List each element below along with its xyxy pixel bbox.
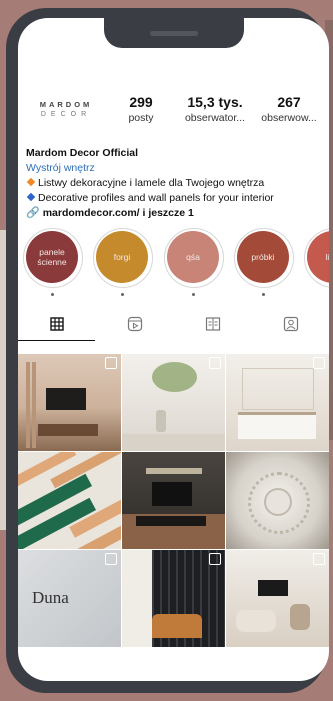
post-tile-5[interactable] [122, 452, 225, 549]
post-rosette-center-shape [264, 488, 292, 516]
post-chair-shape [290, 604, 310, 630]
post-bed-shape [238, 412, 316, 439]
highlight-dot [121, 293, 124, 296]
highlight-dot [192, 293, 195, 296]
highlight-forgi[interactable]: forgi [96, 231, 148, 283]
stat-posts-count: 299 [129, 94, 153, 110]
orange-diamond-icon [26, 177, 36, 187]
highlight-qsa[interactable]: qśa [167, 231, 219, 283]
profile-name: Mardom Decor Official [26, 147, 139, 159]
post-tv-shape [258, 580, 288, 596]
stat-following[interactable]: 267 obserwow... [257, 94, 321, 124]
post-counter-shape [122, 434, 225, 451]
post-tile-9[interactable] [226, 550, 329, 647]
stat-followers-count: 15,3 tys. [187, 94, 243, 110]
profile-bio: Mardom Decor Official Wystrój wnętrz Lis… [26, 146, 326, 221]
post-tile-8[interactable] [122, 550, 225, 647]
shopping-bag-icon [209, 357, 221, 369]
reels-icon [127, 316, 142, 332]
highlight-dot [262, 293, 265, 296]
profile-tabs [18, 308, 329, 341]
post-sofa-shape [236, 610, 276, 632]
reel-icon [105, 553, 117, 565]
profile-avatar-logo[interactable]: MARDOM DECOR [30, 100, 102, 118]
post-cabinet-shape [38, 424, 98, 436]
shopping-bag-icon [313, 357, 325, 369]
post-panel-shape [32, 362, 36, 448]
link-icon: 🔗 [26, 207, 40, 219]
phone-screen: MARDOM DECOR 299 posty 15,3 tys. obserwa… [18, 18, 329, 681]
post-tile-4[interactable] [18, 452, 121, 549]
post-chair-shape [152, 614, 202, 638]
post-panel-shape [26, 362, 30, 448]
guide-icon [205, 317, 220, 331]
tagged-icon [283, 316, 298, 332]
shopping-bag-icon [209, 553, 221, 565]
stat-followers-label: obserwator... [184, 112, 246, 124]
post-tv-shape [152, 482, 192, 506]
speaker-slit [150, 31, 198, 36]
post-tv-shape [46, 388, 86, 410]
duna-text: Duna [32, 588, 69, 607]
logo-text-sub: DECOR [40, 111, 92, 118]
post-plant-shape [152, 362, 197, 392]
shopping-bag-icon [313, 553, 325, 565]
phone-notch [104, 18, 244, 48]
tab-reels[interactable] [96, 308, 173, 340]
logo-text-main: MARDOM [39, 100, 93, 109]
highlight-dot [51, 293, 54, 296]
blue-diamond-icon [26, 192, 36, 202]
stat-posts-label: posty [128, 112, 154, 124]
profile-link-text: mardomdecor.com/ i jeszcze 1 [42, 207, 194, 219]
shopping-bag-icon [105, 357, 117, 369]
stat-posts[interactable]: 299 posty [118, 94, 164, 124]
post-molding-shape [242, 368, 314, 410]
bio-line-1: Listwy dekoracyjne i lamele dla Twojego … [38, 177, 265, 189]
highlight-panele-scienne[interactable]: panele ścienne [26, 231, 78, 283]
tab-tagged[interactable] [252, 308, 329, 340]
highlight-probki[interactable]: próbki [237, 231, 289, 283]
post-cabinet-shape [136, 516, 206, 526]
post-wall-shape [122, 550, 152, 647]
post-tile-1[interactable] [18, 354, 121, 451]
post-vase-shape [156, 410, 166, 432]
post-tile-6[interactable] [226, 452, 329, 549]
tab-grid[interactable] [18, 308, 95, 341]
profile-link[interactable]: 🔗 mardomdecor.com/ i jeszcze 1 [26, 206, 326, 221]
grid-icon [49, 317, 64, 331]
post-tile-3[interactable] [226, 354, 329, 451]
stat-following-label: obserwow... [261, 112, 317, 124]
profile-category[interactable]: Wystrój wnętrz [26, 161, 326, 176]
bio-line-2: Decorative profiles and wall panels for … [38, 192, 274, 204]
post-tile-7[interactable]: Duna [18, 550, 121, 647]
stat-followers[interactable]: 15,3 tys. obserwator... [168, 94, 262, 124]
post-tile-2[interactable] [122, 354, 225, 451]
post-light-shape [146, 468, 202, 474]
tab-guides[interactable] [174, 308, 251, 340]
stat-following-count: 267 [277, 94, 301, 110]
